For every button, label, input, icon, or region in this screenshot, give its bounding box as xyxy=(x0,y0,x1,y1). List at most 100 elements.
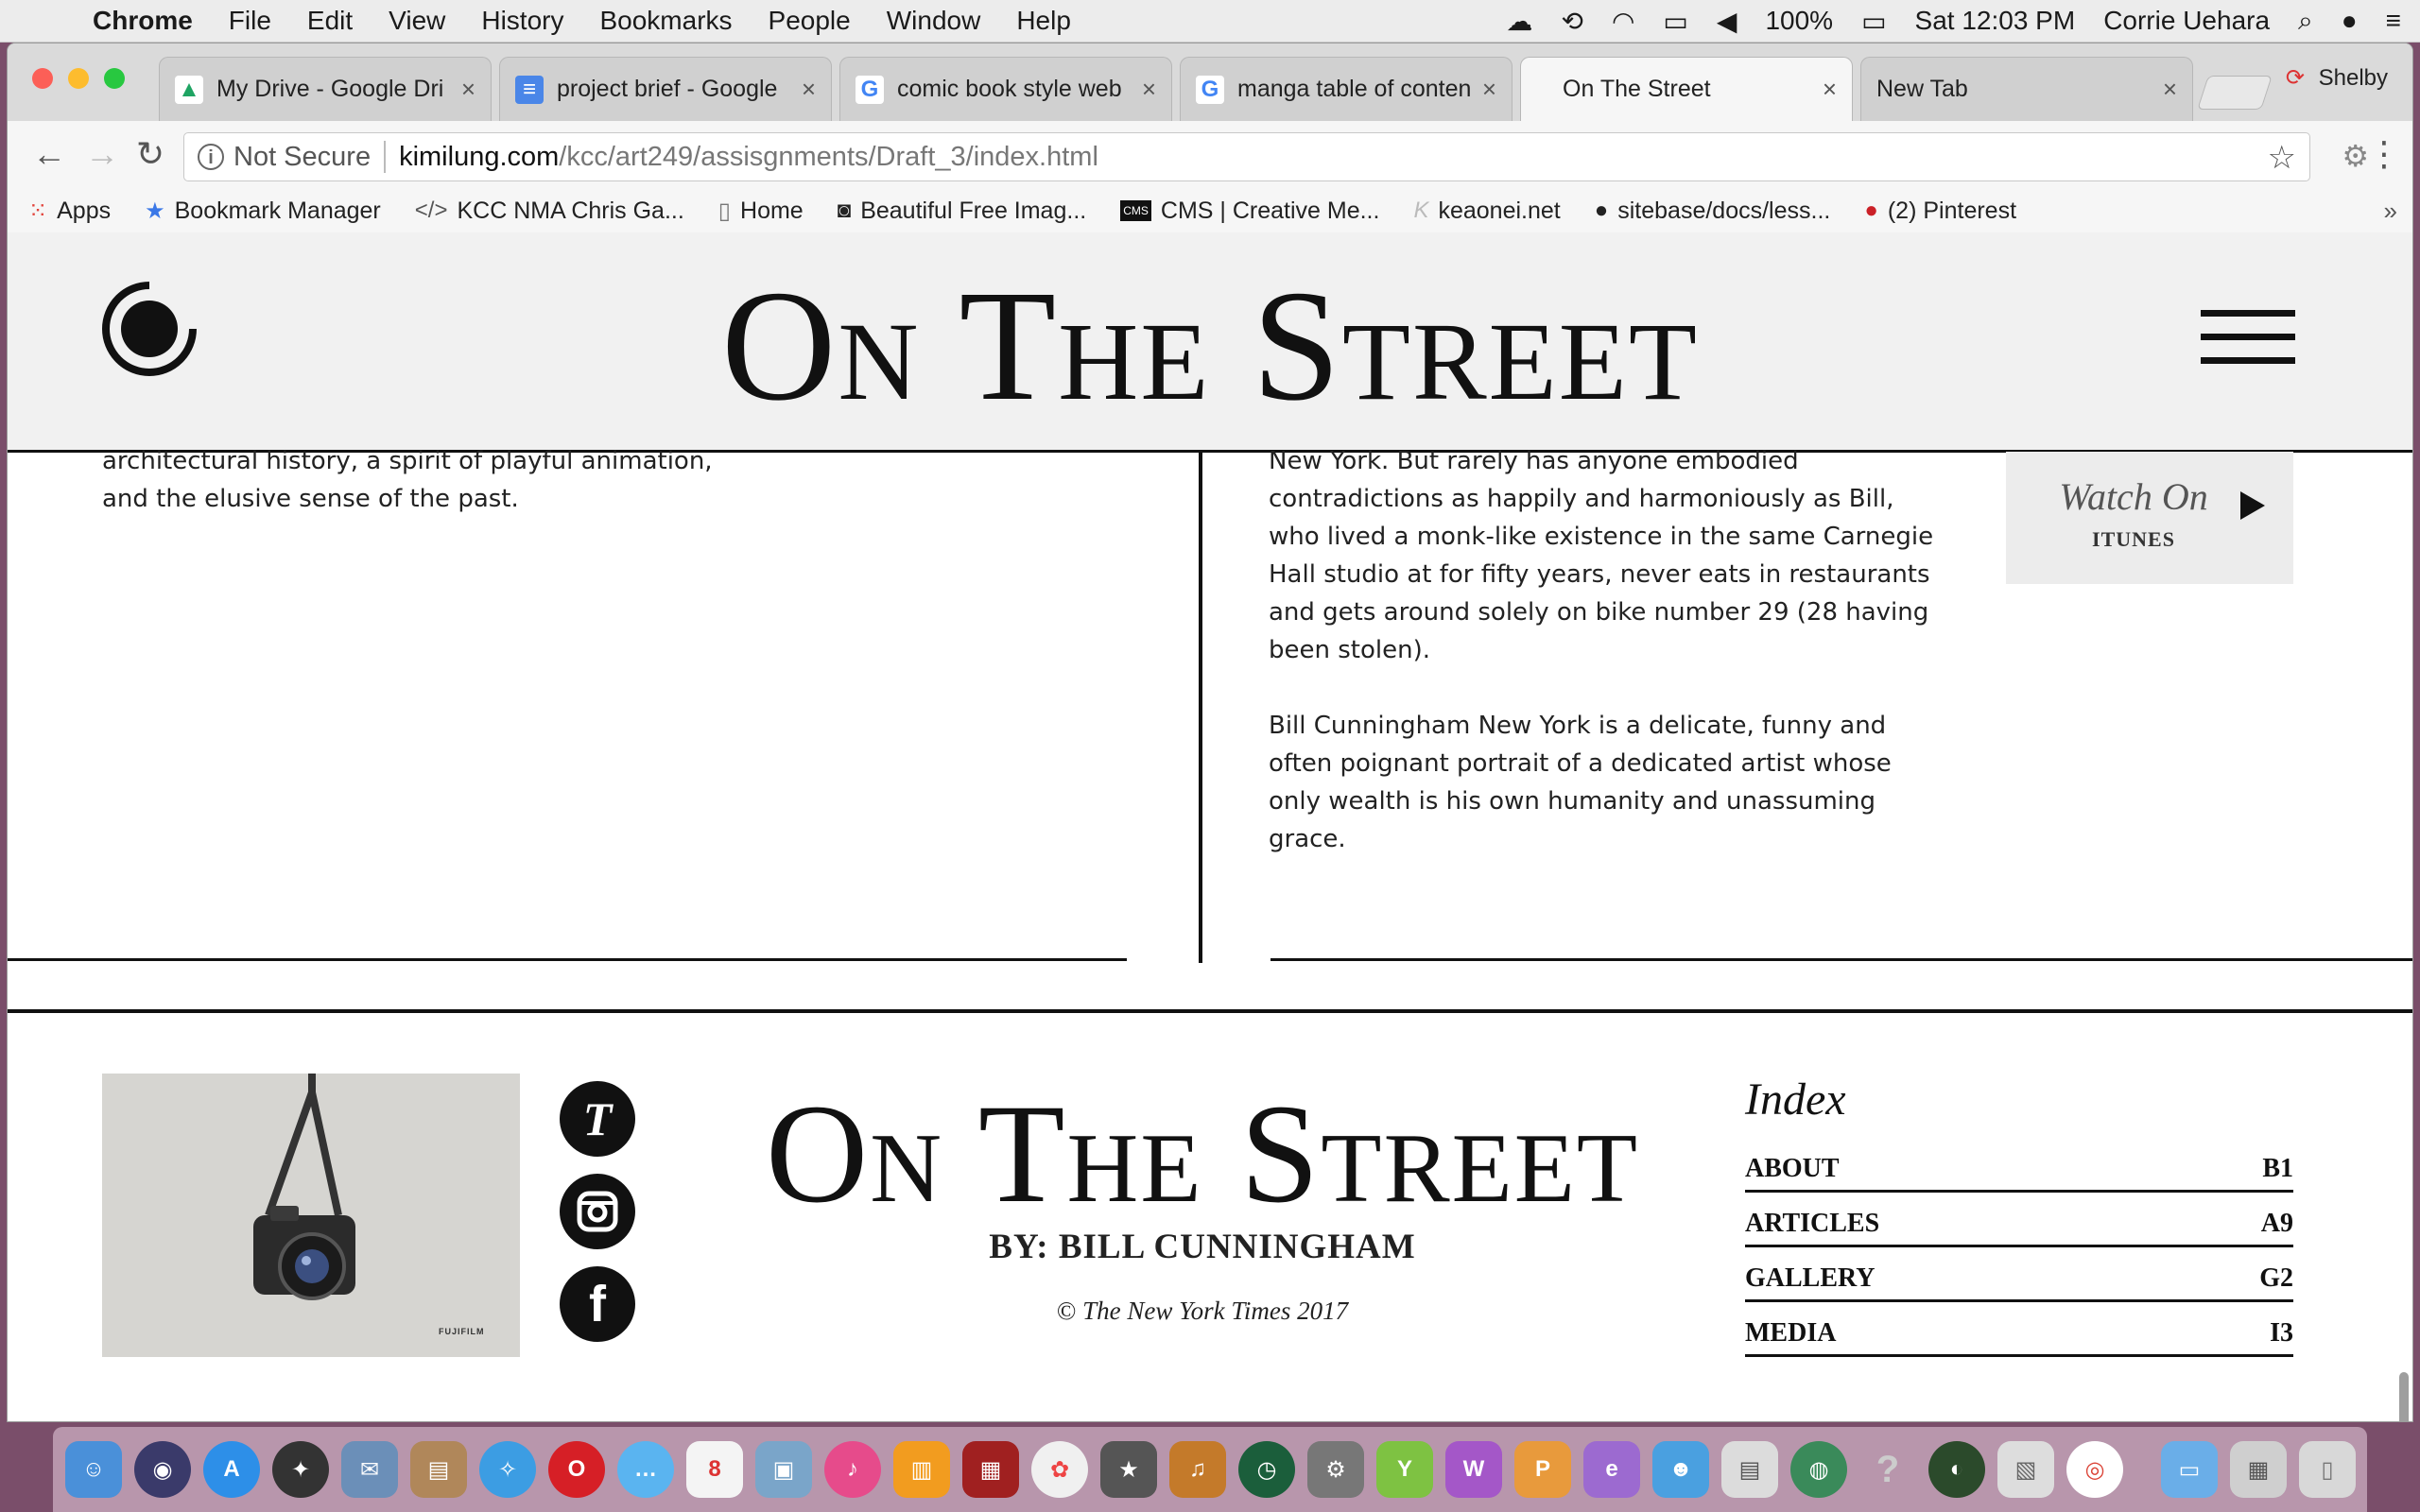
help-icon[interactable]: ? xyxy=(1859,1441,1916,1498)
index-item-gallery[interactable]: GALLERY G2 xyxy=(1745,1249,2293,1302)
close-tab-icon[interactable]: × xyxy=(1482,75,1496,104)
applications-folder-icon[interactable]: ▭ xyxy=(2161,1441,2218,1498)
new-tab-button[interactable] xyxy=(2197,76,2273,110)
contacts-icon[interactable]: ▤ xyxy=(410,1441,467,1498)
close-tab-icon[interactable]: × xyxy=(1142,75,1156,104)
time-machine-icon[interactable]: ◷ xyxy=(1238,1441,1295,1498)
downloads-stack-icon[interactable]: ▦ xyxy=(2230,1441,2287,1498)
menu-view[interactable]: View xyxy=(389,6,445,36)
messages-icon[interactable]: … xyxy=(617,1441,674,1498)
siri-icon[interactable]: ◉ xyxy=(134,1441,191,1498)
volume-icon[interactable]: ◀ xyxy=(1717,6,1737,37)
app-store-icon[interactable]: A xyxy=(203,1441,260,1498)
finder-icon[interactable]: ☺ xyxy=(65,1441,122,1498)
wifi-icon[interactable]: ◠ xyxy=(1612,6,1634,37)
menu-bookmarks[interactable]: Bookmarks xyxy=(599,6,732,36)
tab-on-the-street[interactable]: On The Street × xyxy=(1520,57,1853,121)
bookmark-kcc-nma[interactable]: </> KCC NMA Chris Ga... xyxy=(415,198,684,225)
tab-project-brief[interactable]: ≡ project brief - Google × xyxy=(499,57,832,121)
menu-window[interactable]: Window xyxy=(887,6,981,36)
close-tab-icon[interactable]: × xyxy=(802,75,816,104)
preview-file-icon[interactable]: ▧ xyxy=(1997,1441,2054,1498)
mail-bird-icon[interactable]: ✉ xyxy=(341,1441,398,1498)
bookmark-free-images[interactable]: ◙ Beautiful Free Imag... xyxy=(838,198,1087,225)
hamburger-menu-icon[interactable] xyxy=(2201,310,2295,381)
bookmark-keaonei[interactable]: K keaonei.net xyxy=(1413,198,1560,225)
reload-icon[interactable]: ↻ xyxy=(136,134,164,174)
bookmark-star-icon[interactable]: ☆ xyxy=(2268,139,2296,177)
bookmark-sitebase[interactable]: ● sitebase/docs/less... xyxy=(1595,198,1831,225)
close-tab-icon[interactable]: × xyxy=(1823,75,1837,104)
network-globe-icon[interactable]: ◍ xyxy=(1790,1441,1847,1498)
menu-help[interactable]: Help xyxy=(1016,6,1071,36)
bookmark-home[interactable]: ▯ Home xyxy=(718,198,804,225)
garageband-icon[interactable]: ♫ xyxy=(1169,1441,1226,1498)
menu-file[interactable]: File xyxy=(229,6,271,36)
profile-button[interactable]: ⟳ Shelby xyxy=(2286,64,2388,92)
bookmark-cms[interactable]: CMS CMS | Creative Me... xyxy=(1120,198,1379,225)
time-machine-icon[interactable]: ⟲ xyxy=(1562,6,1583,37)
tab-new-tab[interactable]: New Tab × xyxy=(1860,57,2193,121)
creative-cloud-icon[interactable]: ☁ xyxy=(1507,6,1533,37)
extension-gear-icon[interactable]: ⚙ xyxy=(2342,138,2369,174)
maps-globe-icon[interactable]: ◐ xyxy=(1928,1441,1985,1498)
imovie-icon[interactable]: ★ xyxy=(1100,1441,1157,1498)
word-icon[interactable]: W xyxy=(1445,1441,1502,1498)
edge-app-icon[interactable]: e xyxy=(1583,1441,1640,1498)
bookmark-manager[interactable]: ★ Bookmark Manager xyxy=(145,198,381,225)
menu-edit[interactable]: Edit xyxy=(307,6,353,36)
powerpoint-icon[interactable]: P xyxy=(1514,1441,1571,1498)
address-bar[interactable]: i Not Secure kimilung.com /kcc/art249/as… xyxy=(183,132,2310,181)
menu-clock[interactable]: Sat 12:03 PM xyxy=(1915,6,2076,36)
photo-booth-icon[interactable]: ▦ xyxy=(962,1441,1019,1498)
index-item-media[interactable]: MEDIA I3 xyxy=(1745,1304,2293,1357)
bookmark-pinterest[interactable]: ● (2) Pinterest xyxy=(1864,198,2016,225)
back-arrow-icon[interactable]: ← xyxy=(32,134,66,174)
photos-icon[interactable]: ✿ xyxy=(1031,1441,1088,1498)
spotlight-search-icon[interactable]: ⌕ xyxy=(2298,6,2313,37)
calendar-icon[interactable]: 8 xyxy=(686,1441,743,1498)
close-window-button[interactable] xyxy=(32,68,53,89)
messenger-people-icon[interactable]: ☻ xyxy=(1652,1441,1709,1498)
menu-user[interactable]: Corrie Uehara xyxy=(2103,6,2270,36)
index-item-about[interactable]: ABOUT B1 xyxy=(1745,1140,2293,1193)
numbers-icon[interactable]: ▤ xyxy=(1721,1441,1778,1498)
battery-percent[interactable]: 100% xyxy=(1765,6,1833,36)
watch-on-itunes-button[interactable]: Watch On ITUNES xyxy=(2006,452,2293,584)
bookmark-apps[interactable]: ⁙ Apps xyxy=(28,198,111,225)
ibooks-icon[interactable]: ▥ xyxy=(893,1441,950,1498)
close-tab-icon[interactable]: × xyxy=(2163,75,2177,104)
site-title[interactable]: On The Street xyxy=(8,266,2412,425)
preview-icon[interactable]: ▣ xyxy=(755,1441,812,1498)
itunes-icon[interactable]: ♪ xyxy=(824,1441,881,1498)
siri-icon[interactable]: ● xyxy=(2342,6,2358,36)
chrome-icon[interactable]: ◎ xyxy=(2066,1441,2123,1498)
battery-icon[interactable]: ▭ xyxy=(1861,6,1886,37)
security-indicator[interactable]: Not Secure xyxy=(233,142,371,173)
notification-center-icon[interactable]: ≡ xyxy=(2386,6,2401,36)
menu-app-name[interactable]: Chrome xyxy=(93,6,193,36)
index-item-articles[interactable]: ARTICLES A9 xyxy=(1745,1194,2293,1247)
menu-history[interactable]: History xyxy=(481,6,563,36)
launchpad-icon[interactable]: ✦ xyxy=(272,1441,329,1498)
tab-manga-toc[interactable]: G manga table of conten × xyxy=(1180,57,1512,121)
airplay-icon[interactable]: ▭ xyxy=(1663,6,1687,37)
system-preferences-icon[interactable]: ⚙ xyxy=(1307,1441,1364,1498)
dreamweaver-icon[interactable]: Y xyxy=(1376,1441,1433,1498)
info-icon[interactable]: i xyxy=(198,144,224,170)
tab-my-drive[interactable]: ▲ My Drive - Google Dri × xyxy=(159,57,492,121)
page-scrollbar[interactable] xyxy=(2399,1372,2409,1421)
menu-people[interactable]: People xyxy=(769,6,851,36)
forward-arrow-icon[interactable]: → xyxy=(85,134,119,174)
chrome-menu-icon[interactable]: ⋮ xyxy=(2367,134,2401,174)
right-column-text: New York. But rarely has anyone embodied… xyxy=(1269,442,1949,896)
more-bookmarks-icon[interactable]: » xyxy=(2384,197,2397,226)
minimize-window-button[interactable] xyxy=(68,68,89,89)
safari-icon[interactable]: ✧ xyxy=(479,1441,536,1498)
zoom-window-button[interactable] xyxy=(104,68,125,89)
trash-icon[interactable]: ▯ xyxy=(2299,1441,2356,1498)
opera-icon[interactable]: O xyxy=(548,1441,605,1498)
tab-comic-book[interactable]: G comic book style web × xyxy=(839,57,1172,121)
close-tab-icon[interactable]: × xyxy=(461,75,475,104)
column-divider xyxy=(1199,453,1202,963)
